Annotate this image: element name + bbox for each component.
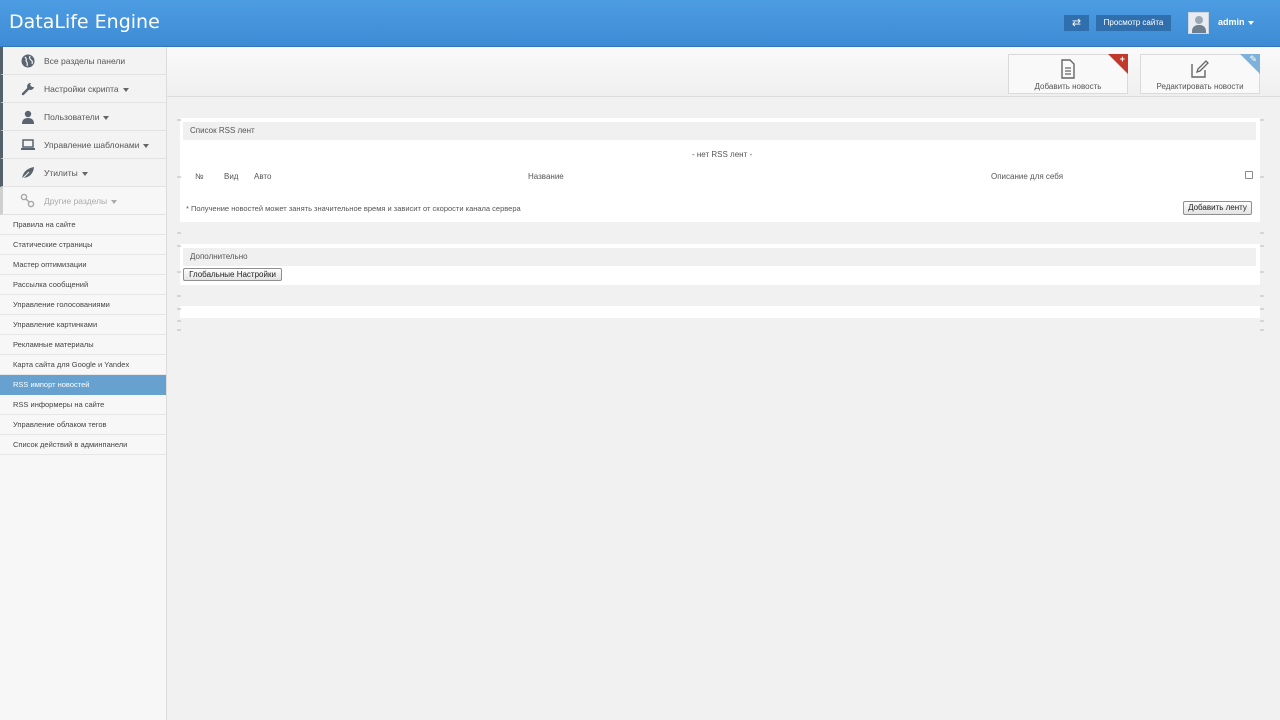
sidebar-subitem-rss-import[interactable]: RSS импорт новостей [0,375,166,395]
edit-news-button[interactable]: Редактировать новости ✎ [1140,54,1260,94]
sidebar-subitem-static-pages[interactable]: Статические страницы [0,235,166,255]
sidebar: Все разделы панели Настройки скрипта Пол… [0,47,167,720]
sidebar-item-users[interactable]: Пользователи [0,103,166,131]
sidebar-item-label: Другие разделы [44,196,118,206]
leaf-icon [21,167,34,180]
panel-grip [177,320,181,322]
sidebar-item-text: Утилиты [44,168,78,178]
rss-empty-text: - нет RSS лент - [692,150,753,159]
sidebar-subitem-ads[interactable]: Рекламные материалы [0,335,166,355]
panel-grip [1260,329,1264,331]
edit-icon [1191,60,1209,78]
panel-grip [177,232,181,234]
sidebar-item-text: Пользователи [44,112,100,122]
sidebar-subitem-mailing[interactable]: Рассылка сообщений [0,275,166,295]
global-settings-button[interactable]: Глобальные Настройки [183,268,282,281]
top-bar: DataLife Engine ⇄ Просмотр сайта admin [0,0,1280,47]
share-icon [20,193,35,208]
sidebar-subitem-images[interactable]: Управление картинками [0,315,166,335]
laptop-icon [21,139,35,150]
add-feed-button[interactable]: Добавить ленту [1183,201,1252,215]
sidebar-subitem-tag-cloud[interactable]: Управление облаком тегов [0,415,166,435]
extra-panel-title: Дополнительно [183,248,1256,266]
sidebar-item-label: Управление шаблонами [44,140,150,150]
sidebar-item-templates[interactable]: Управление шаблонами [0,131,166,159]
panel-grip [177,245,181,247]
rss-list-panel: Список RSS лент - нет RSS лент - № Вид А… [180,118,1260,222]
view-site-button[interactable]: Просмотр сайта [1096,15,1171,31]
avatar-body [1192,25,1206,33]
globe-icon [21,54,35,68]
sidebar-item-text: Настройки скрипта [44,84,119,94]
user-caret-icon[interactable] [1248,21,1254,25]
sidebar-item-label: Настройки скрипта [44,84,129,94]
panel-grip [1260,308,1264,310]
edit-news-label: Редактировать новости [1156,82,1244,91]
column-view: Вид [224,172,239,181]
sidebar-item-label: Пользователи [44,112,110,122]
sidebar-item-text: Управление шаблонами [44,140,140,150]
panel-grip [1260,232,1264,234]
sidebar-subitem-action-log[interactable]: Список действий в админпанели [0,435,166,455]
document-icon [1061,59,1075,79]
user-icon [22,110,34,124]
panel-grip [1260,245,1264,247]
panel-grip [1260,295,1264,297]
add-news-label: Добавить новость [1034,82,1102,91]
sidebar-item-label: Все разделы панели [44,56,126,66]
sidebar-subitem-optimization[interactable]: Мастер оптимизации [0,255,166,275]
sidebar-subitem-sitemap[interactable]: Карта сайта для Google и Yandex [0,355,166,375]
add-corner-badge [1108,54,1128,74]
chevron-down-icon [122,87,129,92]
add-news-button[interactable]: Добавить новость + [1008,54,1128,94]
sidebar-item-script-settings[interactable]: Настройки скрипта [0,75,166,103]
select-all-checkbox[interactable] [1245,171,1253,179]
column-auto: Авто [254,172,272,181]
sidebar-item-other-sections[interactable]: Другие разделы [0,187,166,215]
empty-strip [180,306,1260,318]
plus-icon: + [1119,54,1125,64]
rss-note-text: * Получение новостей может занять значит… [186,204,521,213]
sidebar-subitem-polls[interactable]: Управление голосованиями [0,295,166,315]
column-name: Название [528,172,564,181]
panel-grip [177,176,181,178]
sidebar-item-text: Другие разделы [44,196,108,206]
panel-grip [1260,271,1264,273]
panel-grip [177,329,181,331]
sidebar-subitem-rules[interactable]: Правила на сайте [0,215,166,235]
sidebar-subitem-rss-informers[interactable]: RSS информеры на сайте [0,395,166,415]
column-description: Описание для себя [991,172,1064,181]
user-name[interactable]: admin [1218,17,1245,27]
extra-panel: Дополнительно Глобальные Настройки [180,244,1260,285]
panel-grip [177,295,181,297]
chevron-down-icon [103,115,110,120]
wrench-icon [21,82,34,96]
chevron-down-icon [111,199,118,204]
toolbar: Добавить новость + Редактировать новости… [167,47,1280,97]
panel-grip [177,119,181,121]
swap-button[interactable]: ⇄ [1064,15,1089,31]
panel-grip [1260,176,1264,178]
avatar-head [1195,16,1203,24]
pencil-icon: ✎ [1249,54,1257,64]
sidebar-item-label: Утилиты [44,168,88,178]
chevron-down-icon [143,143,150,148]
panel-grip [177,308,181,310]
column-num: № [195,172,204,181]
chevron-down-icon [81,171,88,176]
rss-panel-title: Список RSS лент [183,122,1256,140]
avatar[interactable] [1188,12,1209,34]
panel-grip [1260,119,1264,121]
sidebar-item-all-sections[interactable]: Все разделы панели [0,47,166,75]
sidebar-item-utilities[interactable]: Утилиты [0,159,166,187]
panel-grip [1260,320,1264,322]
panel-grip [177,271,181,273]
brand-title[interactable]: DataLife Engine [9,11,160,33]
